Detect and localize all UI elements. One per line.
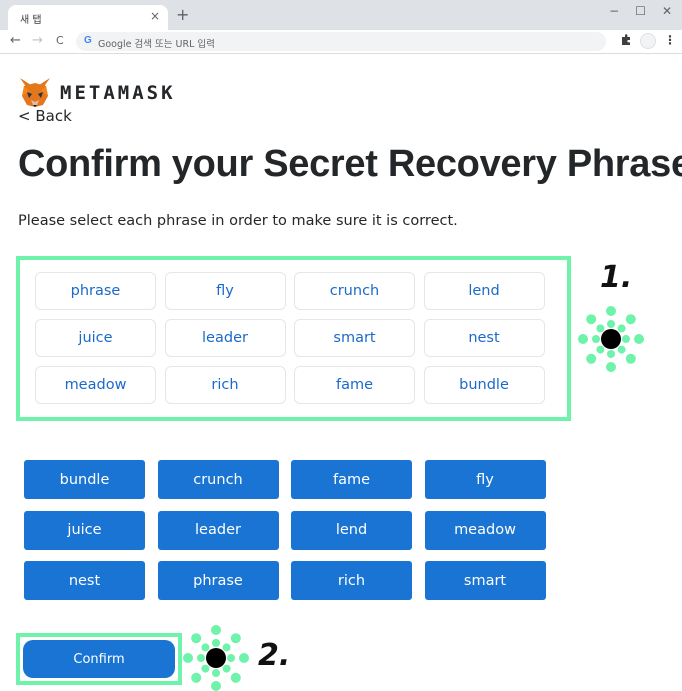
extensions-puzzle-icon[interactable]: [620, 34, 632, 49]
selected-word-slot[interactable]: fly: [164, 272, 286, 310]
metamask-wordmark: METAMASK: [60, 82, 176, 104]
click-indicator-1-icon: [578, 306, 644, 372]
selected-word-slot[interactable]: smart: [294, 319, 415, 357]
back-link[interactable]: < Back: [18, 107, 72, 125]
burst-dot: [606, 306, 616, 316]
burst-dot: [222, 643, 231, 652]
close-window-icon[interactable]: ✕: [662, 4, 672, 18]
new-tab-button[interactable]: +: [176, 5, 189, 24]
selected-word-slot[interactable]: juice: [35, 319, 156, 357]
burst-dot: [606, 362, 616, 372]
burst-dot: [230, 633, 241, 644]
word-button[interactable]: juice: [24, 510, 145, 550]
burst-dot: [578, 334, 588, 344]
forward-arrow-icon[interactable]: →: [32, 33, 43, 48]
google-icon: G: [84, 35, 92, 46]
burst-dot: [212, 639, 220, 647]
selected-word-slot[interactable]: rich: [164, 366, 286, 404]
word-button[interactable]: leader: [157, 510, 279, 550]
word-button[interactable]: rich: [291, 561, 412, 600]
word-button[interactable]: bundle: [24, 460, 145, 499]
burst-dot: [622, 335, 630, 343]
back-arrow-icon[interactable]: ←: [10, 33, 21, 48]
burst-dot: [596, 345, 605, 354]
browser-tab[interactable]: 새 탭 ×: [8, 5, 168, 30]
burst-dot: [230, 672, 241, 683]
selected-word-slot[interactable]: nest: [423, 319, 545, 357]
browser-toolbar: ← → C G Google 검색 또는 URL 입력 ⋮: [0, 30, 682, 54]
burst-dot: [191, 672, 202, 683]
burst-dot: [191, 633, 202, 644]
step-1-label: 1.: [600, 260, 633, 295]
burst-dot: [607, 350, 615, 358]
tab-title: 새 탭: [20, 15, 42, 26]
word-button[interactable]: nest: [24, 561, 145, 600]
profile-avatar[interactable]: [640, 33, 656, 49]
burst-dot: [617, 324, 626, 333]
burst-dot: [211, 681, 221, 691]
step-2-label: 2.: [258, 638, 291, 673]
burst-dot: [617, 345, 626, 354]
browser-tabstrip: 새 탭 × + − ☐ ✕: [0, 0, 682, 30]
maximize-icon[interactable]: ☐: [635, 4, 646, 18]
click-indicator-2-icon: [183, 625, 249, 691]
burst-dot: [197, 654, 205, 662]
window-controls: − ☐ ✕: [609, 4, 672, 18]
selected-word-slot[interactable]: bundle: [423, 366, 545, 404]
burst-dot: [592, 335, 600, 343]
burst-dot: [607, 320, 615, 328]
word-button[interactable]: crunch: [157, 460, 279, 499]
confirm-button[interactable]: Confirm: [23, 640, 175, 678]
word-button[interactable]: phrase: [157, 561, 279, 600]
selected-word-slot[interactable]: leader: [164, 319, 286, 357]
page-title: Confirm your Secret Recovery Phrase: [18, 143, 682, 185]
burst-dot: [211, 625, 221, 635]
selected-word-slot[interactable]: phrase: [35, 272, 156, 310]
burst-dot: [586, 353, 597, 364]
burst-dot: [212, 669, 220, 677]
burst-dot: [201, 643, 210, 652]
burst-dot: [227, 654, 235, 662]
selected-word-slot[interactable]: meadow: [35, 366, 156, 404]
burst-center: [206, 648, 226, 668]
metamask-fox-icon: [20, 78, 50, 107]
burst-dot: [222, 664, 231, 673]
tab-close-icon[interactable]: ×: [150, 9, 160, 23]
burst-dot: [634, 334, 644, 344]
browser-menu-icon[interactable]: ⋮: [664, 33, 676, 47]
reload-icon[interactable]: C: [56, 34, 64, 47]
word-button[interactable]: fly: [424, 460, 546, 499]
burst-dot: [586, 314, 597, 325]
burst-dot: [183, 653, 193, 663]
burst-dot: [201, 664, 210, 673]
burst-dot: [625, 314, 636, 325]
word-button[interactable]: fame: [291, 460, 412, 499]
burst-dot: [625, 353, 636, 364]
burst-center: [601, 329, 621, 349]
minimize-icon[interactable]: −: [609, 4, 619, 18]
selected-word-slot[interactable]: crunch: [294, 272, 415, 310]
selected-word-slot[interactable]: fame: [294, 366, 415, 404]
address-bar[interactable]: G Google 검색 또는 URL 입력: [76, 32, 606, 51]
instruction-text: Please select each phrase in order to ma…: [18, 213, 458, 229]
word-button[interactable]: lend: [291, 510, 412, 550]
address-placeholder: Google 검색 또는 URL 입력: [98, 39, 215, 50]
burst-dot: [596, 324, 605, 333]
burst-dot: [239, 653, 249, 663]
word-button[interactable]: meadow: [424, 510, 546, 550]
selected-word-slot[interactable]: lend: [423, 272, 545, 310]
word-button[interactable]: smart: [424, 561, 546, 600]
